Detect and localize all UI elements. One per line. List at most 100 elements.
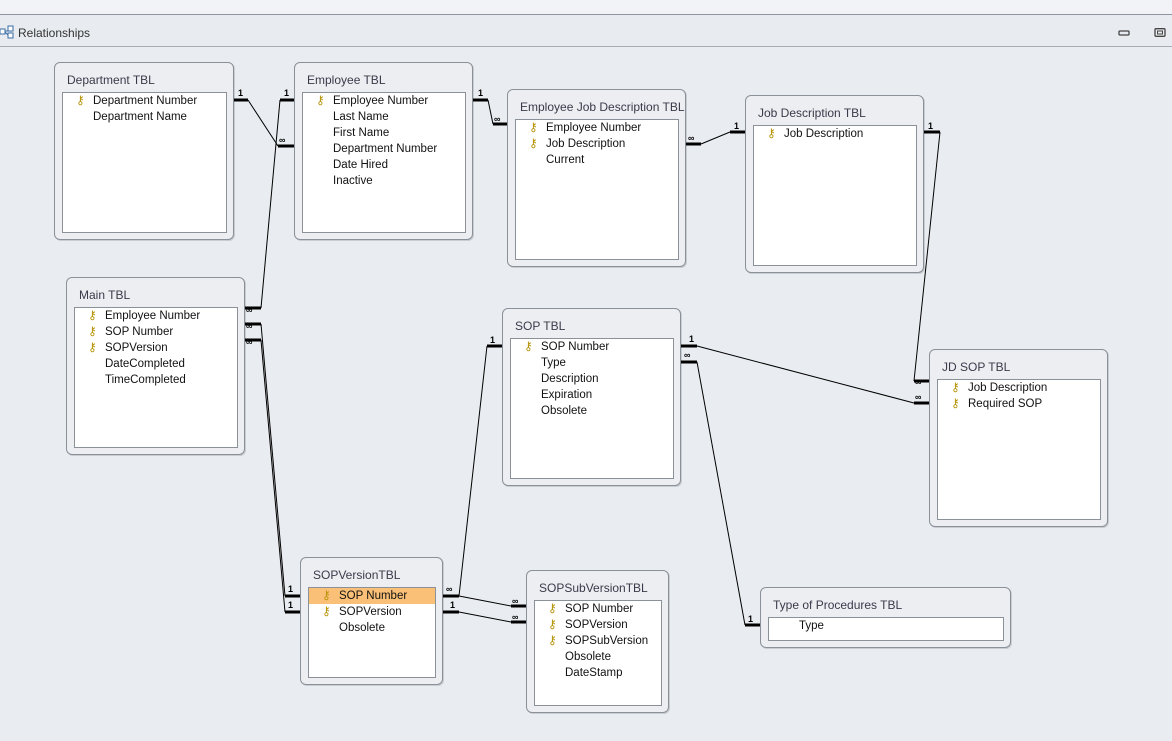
field-item[interactable]: ⚷ SOP Number [309,588,435,604]
relationships-icon [0,25,14,39]
table-title[interactable]: SOPSubVersionTBL [539,581,648,595]
table-type-of-procedures-tbl[interactable]: Type of Procedures TBL Type [760,587,1011,648]
field-item[interactable]: Obsolete [511,403,673,419]
field-name: SOP Number [565,603,634,615]
field-name: Current [546,154,585,166]
field-list[interactable]: ⚷ Department Number Department Name [62,92,227,233]
field-list[interactable]: ⚷ Employee Number Last Name First Name Depar… [302,92,466,233]
field-list[interactable]: Type [768,617,1004,641]
field-item[interactable]: ⚷ Required SOP [938,396,1100,412]
minimize-icon[interactable] [1118,28,1130,37]
field-item[interactable]: Obsolete [535,649,661,665]
field-name: Type [799,620,824,632]
field-list[interactable]: ⚷ Job Description ⚷ Required SOP [937,379,1101,520]
field-item[interactable]: TimeCompleted [75,372,237,388]
field-name: SOPVersion [565,619,628,631]
table-title[interactable]: Employee TBL [307,73,386,87]
field-item[interactable]: ⚷ Job Description [754,126,916,142]
field-item[interactable]: ⚷ SOP Number [535,601,661,617]
field-name: Last Name [333,111,389,123]
field-name: Type [541,357,566,369]
table-department-tbl[interactable]: Department TBL ⚷ Department Number Departme… [54,62,234,240]
field-name: Department Number [93,95,198,107]
table-title[interactable]: Employee Job Description TBL [520,100,685,114]
ribbon-edge [0,0,1172,15]
table-jd-sop-tbl[interactable]: JD SOP TBL ⚷ Job Description ⚷ Required SOP [929,349,1108,527]
field-name: Expiration [541,389,593,401]
field-item[interactable]: ⚷ Employee Number [303,93,465,109]
field-name: SOP Number [339,590,408,602]
field-name: Description [541,373,599,385]
table-title[interactable]: Type of Procedures TBL [773,598,902,612]
field-item[interactable]: ⚷ SOPVersion [75,340,237,356]
field-item[interactable]: ⚷ Job Description [938,380,1100,396]
field-item[interactable]: ⚷ SOP Number [511,339,673,355]
table-job-description-tbl[interactable]: Job Description TBL ⚷ Job Description [745,95,924,273]
primary-key-icon: ⚷ [548,601,557,615]
field-item[interactable]: Department Name [63,109,226,125]
field-item[interactable]: Expiration [511,387,673,403]
document-tab-bar [0,15,1172,47]
field-item[interactable]: Type [769,618,1003,634]
field-item[interactable]: ⚷ Employee Number [516,120,678,136]
primary-key-icon: ⚷ [322,588,331,602]
field-name: Obsolete [339,622,386,634]
table-title[interactable]: Main TBL [79,288,130,302]
field-item[interactable]: ⚷ SOPSubVersion [535,633,661,649]
restore-icon[interactable] [1154,28,1166,37]
primary-key-icon: ⚷ [322,604,331,618]
field-item[interactable]: ⚷ Employee Number [75,308,237,324]
field-list[interactable]: ⚷ Employee Number ⚷ SOP Number ⚷ SOPVersion Da… [74,307,238,448]
field-item[interactable]: Current [516,152,678,168]
table-title[interactable]: SOPVersionTBL [313,568,400,582]
field-item[interactable]: Type [511,355,673,371]
field-item[interactable]: First Name [303,125,465,141]
table-sop-tbl[interactable]: SOP TBL ⚷ SOP Number Type Description Expirat… [502,308,681,486]
field-item[interactable]: ⚷ Department Number [63,93,226,109]
field-item[interactable]: Obsolete [309,620,435,636]
field-name: Date Hired [333,159,388,171]
field-name: Obsolete [565,651,612,663]
field-item[interactable]: DateStamp [535,665,661,681]
table-sopversion-tbl[interactable]: SOPVersionTBL ⚷ SOP Number ⚷ SOPVersion Obsol… [300,557,443,685]
field-name: Job Description [784,128,864,140]
primary-key-icon: ⚷ [529,120,538,134]
table-title[interactable]: Job Description TBL [758,106,866,120]
field-item[interactable]: Inactive [303,173,465,189]
field-name: Department Number [333,143,438,155]
field-item[interactable]: ⚷ Job Description [516,136,678,152]
field-name: Employee Number [333,95,429,107]
table-sopsubversion-tbl[interactable]: SOPSubVersionTBL ⚷ SOP Number ⚷ SOPVersion ⚷ S… [526,570,669,713]
table-title[interactable]: SOP TBL [515,319,565,333]
field-list[interactable]: ⚷ SOP Number ⚷ SOPVersion Obsolete [308,587,436,678]
table-employee-job-description-tbl[interactable]: Employee Job Description TBL ⚷ Employee Nu… [507,89,686,267]
tab-relationships[interactable]: Relationships [18,26,90,40]
field-item[interactable]: Department Number [303,141,465,157]
field-name: SOPVersion [339,606,402,618]
field-name: Employee Number [105,310,201,322]
field-item[interactable]: Last Name [303,109,465,125]
field-name: TimeCompleted [105,374,186,386]
field-item[interactable]: DateCompleted [75,356,237,372]
field-name: SOP Number [541,341,610,353]
primary-key-icon: ⚷ [548,633,557,647]
field-list[interactable]: ⚷ Employee Number ⚷ Job Description Current [515,119,679,260]
primary-key-icon: ⚷ [88,324,97,338]
field-name: Job Description [968,382,1048,394]
field-list[interactable]: ⚷ SOP Number Type Description Expiration Obso… [510,338,674,479]
field-item[interactable]: ⚷ SOPVersion [309,604,435,620]
table-employee-tbl[interactable]: Employee TBL ⚷ Employee Number Last Name Fir… [294,62,473,240]
table-main-tbl[interactable]: Main TBL ⚷ Employee Number ⚷ SOP Number ⚷ SOPV… [66,277,245,455]
field-item[interactable]: Date Hired [303,157,465,173]
field-item[interactable]: Description [511,371,673,387]
table-title[interactable]: Department TBL [67,73,155,87]
field-item[interactable]: ⚷ SOPVersion [535,617,661,633]
field-list[interactable]: ⚷ SOP Number ⚷ SOPVersion ⚷ SOPSubVersion Obso… [534,600,662,706]
primary-key-icon: ⚷ [767,126,776,140]
primary-key-icon: ⚷ [951,396,960,410]
table-title[interactable]: JD SOP TBL [942,360,1010,374]
field-name: SOPVersion [105,342,168,354]
field-list[interactable]: ⚷ Job Description [753,125,917,266]
field-name: DateCompleted [105,358,185,370]
field-item[interactable]: ⚷ SOP Number [75,324,237,340]
